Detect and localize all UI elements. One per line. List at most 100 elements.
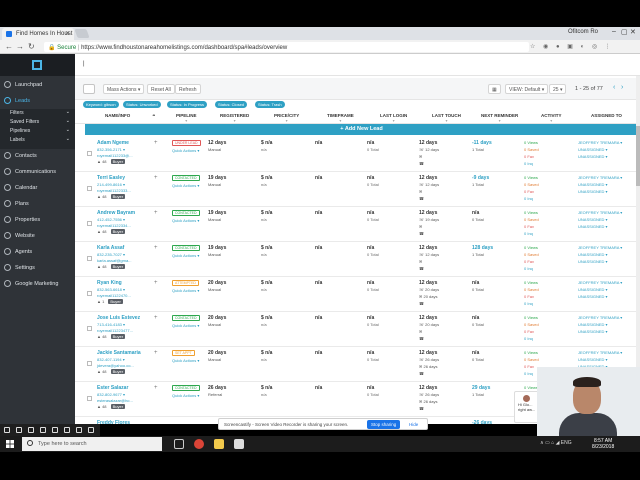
activity-stat[interactable]: 0 Inq [524, 266, 533, 271]
filter-chip[interactable]: Status: Trash [255, 101, 285, 108]
lead-name-link[interactable]: Jackie Santamaria [97, 350, 141, 356]
sidebar-item-contacts[interactable]: Contacts [0, 149, 75, 163]
assign-dropdown[interactable]: JEOFFREY TREMARA ▾ [578, 245, 622, 250]
table-row[interactable]: Ryan King 832-563-6618 ▾ royemail1122470..… [75, 277, 640, 312]
reload-icon[interactable]: ↻ [28, 42, 35, 51]
activity-stat[interactable]: 0 Views [524, 245, 538, 250]
extension-icons[interactable]: ☆ ◉ ● ▣ ◐ ◎ ⋮ [530, 43, 614, 50]
add-icon[interactable]: + [154, 350, 158, 356]
lead-phone[interactable]: 214-499-8616 ▾ [97, 182, 125, 187]
next-reminder-value[interactable]: n/a [472, 280, 479, 286]
activity-stat[interactable]: 0 Fav [524, 189, 534, 194]
row-checkbox[interactable] [87, 256, 92, 261]
profile-chip[interactable]: Ofitcom Ro [568, 29, 598, 35]
activity-stat[interactable]: 0 Fav [524, 294, 534, 299]
stop-sharing-button[interactable]: Stop sharing [367, 420, 401, 429]
row-checkbox[interactable] [87, 326, 92, 331]
last-text[interactable]: ☎ [419, 336, 424, 341]
activity-stat[interactable]: 0 Inq [524, 336, 533, 341]
chrome-icon[interactable] [194, 439, 204, 449]
pen-icon[interactable] [28, 427, 34, 433]
lead-name-link[interactable]: Andrew Bayram [97, 210, 135, 216]
activity-stat[interactable]: 0 Saved [524, 287, 539, 292]
quick-actions-dropdown[interactable]: Quick Actions ▾ [172, 358, 199, 363]
sidebar-item-leads[interactable]: Leads [0, 94, 75, 108]
scrollbar[interactable] [636, 76, 640, 416]
table-row[interactable]: Terri Easley 214-499-8616 ▾ royemail112233… [75, 172, 640, 207]
maximize-icon[interactable]: ▢ [621, 28, 628, 36]
next-reminder-value[interactable]: 128 days [472, 245, 493, 251]
last-text[interactable]: ☎ [419, 371, 424, 376]
col-price-city[interactable]: PRICE/CITY ▾ [274, 113, 299, 123]
hide-button[interactable]: Hide [409, 422, 418, 427]
last-call[interactable]: ☏ 20 days [419, 287, 439, 292]
close-tab-icon[interactable]: ✕ [65, 30, 70, 37]
view-select[interactable]: VIEW: Default ▾ [505, 84, 549, 94]
next-reminder-value[interactable]: -11 days [472, 140, 492, 146]
quick-actions-dropdown[interactable]: Quick Actions ▾ [172, 288, 199, 293]
lead-email[interactable]: jdevera@yahoo.co... [97, 363, 134, 368]
add-icon[interactable]: + [154, 385, 158, 391]
last-email[interactable]: ✉ 26 days [419, 399, 437, 404]
pipeline-stage-badge[interactable]: UNDER LEAD [172, 140, 201, 146]
assign-dropdown[interactable]: UNASSIGNED ▾ [578, 224, 608, 229]
quick-actions-dropdown[interactable]: Quick Actions ▾ [172, 183, 199, 188]
assign-dropdown[interactable]: JEOFFREY TREMARA ▾ [578, 140, 622, 145]
back-icon[interactable]: ← [5, 42, 13, 51]
lead-phone[interactable]: 412-452-7556 ▾ [97, 217, 125, 222]
next-reminder-value[interactable]: n/a [472, 210, 479, 216]
lead-name-link[interactable]: Terri Easley [97, 175, 125, 181]
store-icon[interactable] [234, 439, 244, 449]
sidebar-item-settings[interactable]: Settings [0, 261, 75, 275]
last-call[interactable]: ☏ 12 days [419, 252, 439, 257]
col-last-touch[interactable]: LAST TOUCH ▾ [432, 113, 461, 123]
pipeline-stage-badge[interactable]: CONTACTED [172, 175, 200, 181]
lead-phone[interactable]: 713-416-4183 ▾ [97, 322, 125, 327]
sidebar-item-website[interactable]: Website [0, 229, 75, 243]
table-row[interactable]: Karla Assaf 832-235-7027 ▾ karla.assaf@gma… [75, 242, 640, 277]
filter-chip[interactable]: Status: Closed [215, 101, 248, 108]
next-reminder-value[interactable]: -26 days [472, 420, 492, 424]
activity-stat[interactable]: 0 Views [524, 175, 538, 180]
activity-stat[interactable]: 0 Views [524, 385, 538, 390]
subnav-labels[interactable]: Labels ⌄ [0, 136, 75, 145]
close-icon[interactable] [88, 427, 94, 433]
sidebar-item-calendar[interactable]: Calendar [0, 181, 75, 195]
lead-name-link[interactable]: Ryan King [97, 280, 122, 286]
activity-stat[interactable]: 0 Views [524, 280, 538, 285]
camera-icon[interactable] [52, 427, 58, 433]
windows-start-icon[interactable] [6, 440, 14, 448]
pause-icon[interactable] [4, 427, 10, 433]
lead-email[interactable]: royemail112233@... [97, 153, 133, 158]
activity-stat[interactable]: 0 Saved [524, 147, 539, 152]
col-timeframe[interactable]: TIMEFRAME ▾ [327, 113, 354, 123]
pipeline-stage-badge[interactable]: CONTACTED [172, 315, 200, 321]
assign-dropdown[interactable]: UNASSIGNED ▾ [578, 322, 608, 327]
pipeline-stage-badge[interactable]: CONTACTED [172, 385, 200, 391]
last-call[interactable]: ☏ 19 days [419, 217, 439, 222]
lead-email[interactable]: karla.assaf@gma... [97, 258, 132, 263]
col-last-login[interactable]: LAST LOGIN ▾ [380, 113, 407, 123]
assign-dropdown[interactable]: UNASSIGNED ▾ [578, 294, 608, 299]
lead-phone[interactable]: 832-802-9677 ▾ [97, 392, 125, 397]
activity-stat[interactable]: 0 Inq [524, 301, 533, 306]
lead-email[interactable]: royemail1122333... [97, 188, 131, 193]
grid-view-icon[interactable]: ▦ [488, 84, 501, 94]
subnav-saved-filters[interactable]: Saved Filters ⌄ [0, 118, 75, 127]
add-icon[interactable]: + [154, 175, 158, 181]
lead-phone[interactable]: 832-356-2171 ▾ [97, 147, 125, 152]
activity-stat[interactable]: 0 Inq [524, 161, 533, 166]
file-explorer-icon[interactable] [214, 439, 224, 449]
timer-icon[interactable] [76, 427, 82, 433]
last-email[interactable]: ✉ [419, 259, 422, 264]
last-email[interactable]: ✉ 20 days [419, 294, 437, 299]
mass-actions-button[interactable]: Mass Actions ▾ [103, 84, 145, 94]
last-text[interactable]: ☎ [419, 301, 424, 306]
sidebar-item-launchpad[interactable]: Launchpad [0, 78, 75, 92]
assign-dropdown[interactable]: JEOFFREY TREMARA ▾ [578, 175, 622, 180]
col-activity[interactable]: ACTIVITY ▾ [541, 113, 562, 123]
last-email[interactable]: ✉ [419, 154, 422, 159]
last-call[interactable]: ☏ 12 days [419, 182, 439, 187]
lead-phone[interactable]: 832-235-7027 ▾ [97, 252, 125, 257]
last-text[interactable]: ☎ [419, 231, 424, 236]
